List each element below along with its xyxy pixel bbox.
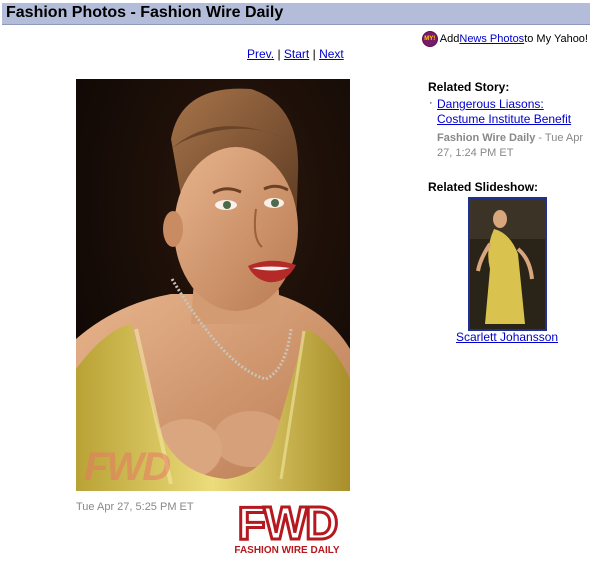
- slideshow-caption-link[interactable]: Scarlett Johansson: [456, 330, 558, 344]
- related-story-meta: Fashion Wire Daily - Tue Apr 27, 1:24 PM…: [437, 131, 589, 161]
- my-yahoo-icon[interactable]: MY!: [421, 31, 438, 47]
- photo-timestamp: Tue Apr 27, 5:25 PM ET: [76, 501, 194, 513]
- photo-watermark: FWD: [84, 445, 171, 489]
- slideshow-thumbnail[interactable]: [468, 197, 547, 331]
- next-link[interactable]: Next: [319, 47, 344, 61]
- logo-tagline: FASHION WIRE DAILY: [234, 545, 340, 556]
- related-slideshow-heading: Related Slideshow:: [428, 180, 539, 194]
- related-story-heading: Related Story:: [428, 80, 510, 94]
- logo-mark: FWD: [236, 496, 340, 551]
- title-bar: Fashion Photos - Fashion Wire Daily: [2, 3, 590, 25]
- page-title: Fashion Photos - Fashion Wire Daily: [6, 4, 284, 21]
- nav-separator: |: [274, 47, 284, 61]
- portrait-illustration: [76, 79, 350, 491]
- slideshow-nav: Prev. | Start | Next: [247, 47, 344, 61]
- bullet-icon: ·: [429, 97, 433, 109]
- yahoo-post-text: to My Yahoo!: [524, 33, 588, 45]
- thumbnail-illustration: [470, 199, 545, 329]
- nav-separator: |: [309, 47, 320, 61]
- add-to-my-yahoo: MY! Add News Photos to My Yahoo!: [421, 31, 588, 47]
- related-story-link[interactable]: Dangerous Liasons: Costume Institute Ben…: [437, 97, 571, 126]
- news-photos-link[interactable]: News Photos: [459, 33, 524, 45]
- prev-link[interactable]: Prev.: [247, 47, 274, 61]
- fashion-wire-daily-logo: FWD FASHION WIRE DAILY: [227, 496, 347, 558]
- main-photo[interactable]: FWD: [76, 79, 350, 491]
- story-source: Fashion Wire Daily: [437, 132, 536, 144]
- start-link[interactable]: Start: [284, 47, 309, 61]
- yahoo-add-text: Add: [439, 33, 460, 45]
